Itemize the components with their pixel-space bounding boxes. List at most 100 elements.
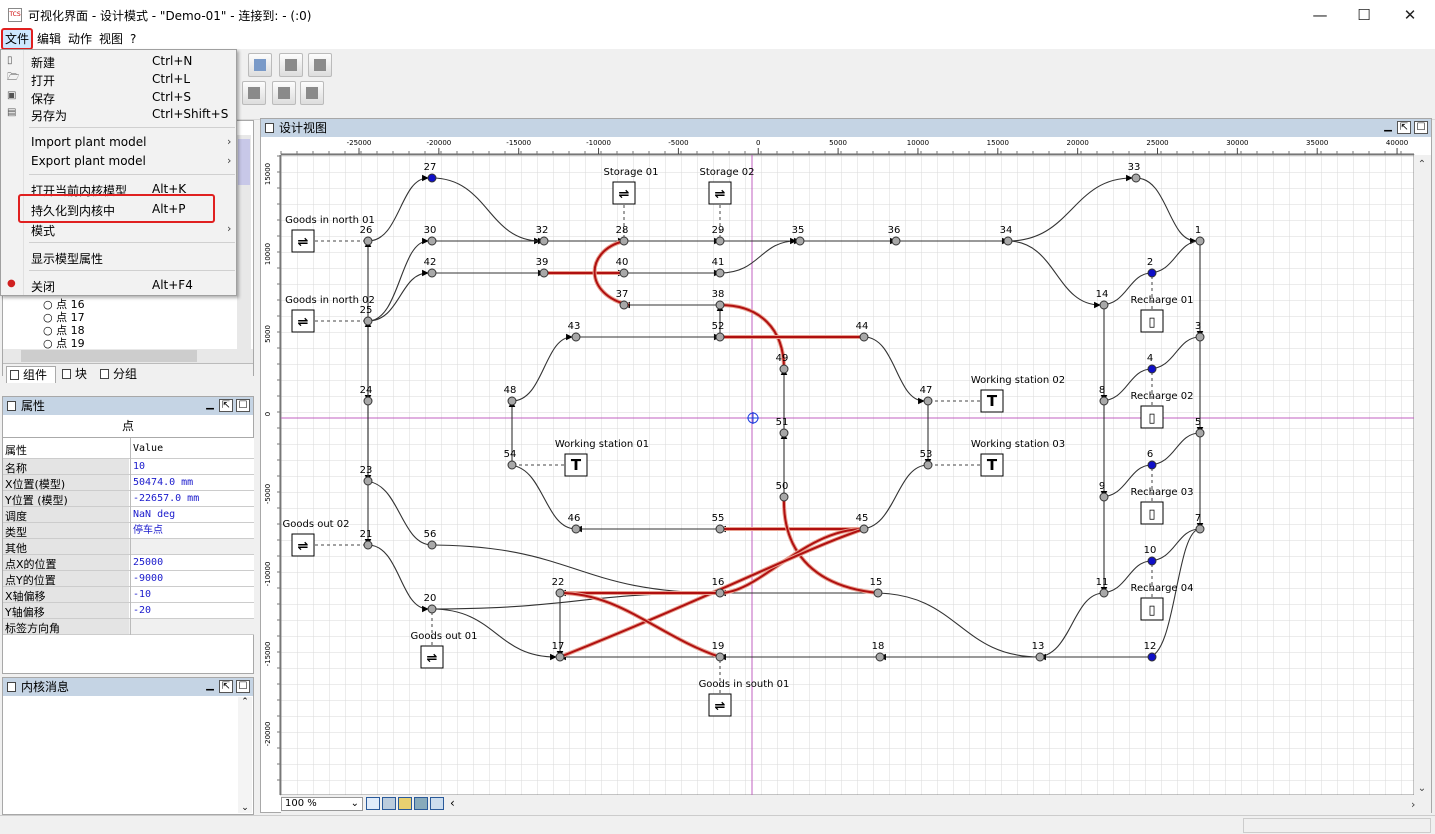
property-row[interactable]: 调度 NaN deg (3, 507, 254, 523)
scroll-left-icon[interactable]: ‹ (450, 797, 455, 810)
menu-item-export[interactable]: Export plant model (31, 154, 146, 168)
tab-groups[interactable]: 分组 (97, 366, 137, 383)
property-value[interactable]: -9000 (130, 571, 254, 587)
property-row[interactable]: 点Y的位置 -9000 (3, 571, 254, 587)
property-value[interactable]: -22657.0 mm (130, 491, 254, 507)
float-icon[interactable]: ⇱ (219, 680, 233, 693)
menu-help[interactable]: ? (128, 30, 138, 49)
links-toggle-icon[interactable] (430, 797, 444, 810)
toolbar-button-4[interactable] (242, 81, 266, 105)
point-21[interactable] (363, 540, 373, 550)
point-11[interactable] (1099, 588, 1109, 598)
property-value[interactable] (130, 539, 254, 555)
point-52[interactable] (715, 332, 725, 342)
point-40[interactable] (619, 268, 629, 278)
float-icon[interactable]: ⇱ (1397, 121, 1411, 134)
point-23[interactable] (363, 476, 373, 486)
point-15[interactable] (873, 588, 883, 598)
maximize-panel-icon[interactable]: ☐ (236, 680, 250, 693)
toolbar-button-3[interactable] (308, 53, 332, 77)
point-44[interactable] (859, 332, 869, 342)
point-16[interactable] (715, 588, 725, 598)
point-41[interactable] (715, 268, 725, 278)
point-6[interactable] (1147, 460, 1157, 470)
property-value[interactable]: -20 (130, 603, 254, 619)
maximize-button[interactable]: ☐ (1341, 0, 1387, 30)
ruler-toggle-icon[interactable] (366, 797, 380, 810)
menu-item-save-as[interactable]: 另存为 (31, 107, 67, 124)
point-28[interactable] (619, 236, 629, 246)
property-row[interactable]: Y位置 (模型) -22657.0 mm (3, 491, 254, 507)
point-34[interactable] (1003, 236, 1013, 246)
point-26[interactable] (363, 236, 373, 246)
property-row[interactable]: X位置(模型) 50474.0 mm (3, 475, 254, 491)
point-20[interactable] (427, 604, 437, 614)
property-value[interactable]: 停车点 (130, 523, 254, 539)
property-row[interactable]: 类型 停车点 (3, 523, 254, 539)
property-row[interactable]: X轴偏移 -10 (3, 587, 254, 603)
point-25[interactable] (363, 316, 373, 326)
menu-action[interactable]: 动作 (66, 30, 94, 49)
zoom-select[interactable]: 100 % ⌄ (281, 797, 363, 811)
menu-item-mode[interactable]: 模式 (31, 222, 55, 239)
property-row[interactable]: Y轴偏移 -20 (3, 603, 254, 619)
kernel-scrollbar[interactable]: ⌃ ⌄ (238, 697, 252, 813)
point-1[interactable] (1195, 236, 1205, 246)
property-value[interactable]: NaN deg (130, 507, 254, 523)
point-53[interactable] (923, 460, 933, 470)
menu-view[interactable]: 视图 (97, 30, 125, 49)
point-29[interactable] (715, 236, 725, 246)
toolbar-button-6[interactable] (300, 81, 324, 105)
point-50[interactable] (779, 492, 789, 502)
toolbar-button-2[interactable] (279, 53, 303, 77)
point-37[interactable] (619, 300, 629, 310)
property-row[interactable]: 其他 (3, 539, 254, 555)
point-14[interactable] (1099, 300, 1109, 310)
point-8[interactable] (1099, 396, 1109, 406)
point-32[interactable] (539, 236, 549, 246)
point-30[interactable] (427, 236, 437, 246)
toolbar-button-1[interactable] (248, 53, 272, 77)
menu-item-open[interactable]: 打开 (31, 72, 55, 89)
point-33[interactable] (1131, 173, 1141, 183)
point-12[interactable] (1147, 652, 1157, 662)
menu-edit[interactable]: 编辑 (35, 30, 63, 49)
close-button[interactable]: ✕ (1387, 0, 1433, 30)
property-value[interactable]: 25000 (130, 555, 254, 571)
property-value[interactable]: 50474.0 mm (130, 475, 254, 491)
tree-hscrollbar[interactable] (3, 349, 253, 363)
point-17[interactable] (555, 652, 565, 662)
point-46[interactable] (571, 524, 581, 534)
tree-scroll-thumb[interactable] (238, 139, 250, 185)
property-value[interactable]: -10 (130, 587, 254, 603)
point-27[interactable] (427, 173, 437, 183)
point-36[interactable] (891, 236, 901, 246)
point-47[interactable] (923, 396, 933, 406)
point-35[interactable] (795, 236, 805, 246)
point-39[interactable] (539, 268, 549, 278)
point-43[interactable] (571, 332, 581, 342)
point-38[interactable] (715, 300, 725, 310)
property-row[interactable]: 点X的位置 25000 (3, 555, 254, 571)
tab-blocks[interactable]: 块 (59, 366, 87, 383)
point-24[interactable] (363, 396, 373, 406)
point-18[interactable] (875, 652, 885, 662)
tree-item[interactable]: ○ 点 16 (43, 299, 85, 311)
point-2[interactable] (1147, 268, 1157, 278)
point-51[interactable] (779, 428, 789, 438)
grid-toggle-icon[interactable] (382, 797, 396, 810)
point-4[interactable] (1147, 364, 1157, 374)
point-56[interactable] (427, 540, 437, 550)
property-row[interactable]: 标签方向角 (3, 619, 254, 635)
label-toggle-icon[interactable] (398, 797, 412, 810)
point-45[interactable] (859, 524, 869, 534)
menu-item-show-props[interactable]: 显示模型属性 (31, 250, 103, 267)
point-7[interactable] (1195, 524, 1205, 534)
float-icon[interactable]: ⇱ (219, 399, 233, 412)
point-9[interactable] (1099, 492, 1109, 502)
maximize-panel-icon[interactable]: ☐ (1414, 121, 1428, 134)
menu-item-save[interactable]: 保存 (31, 90, 55, 107)
menu-file[interactable]: 文件 (1, 28, 34, 50)
point-49[interactable] (779, 364, 789, 374)
point-19[interactable] (715, 652, 725, 662)
